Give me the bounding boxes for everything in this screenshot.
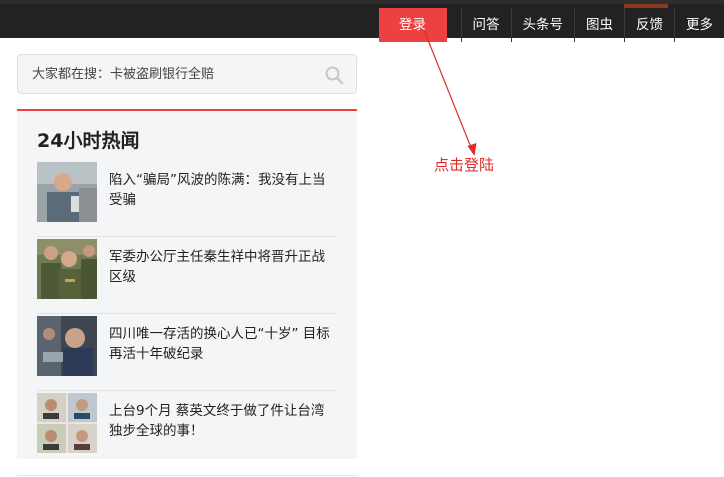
search-input[interactable] [18,55,318,93]
news-title[interactable]: 四川唯一存活的换心人已“十岁” 目标再活十年破纪录 [109,324,337,364]
news-title[interactable]: 军委办公厅主任秦生祥中将晋升正战区级 [109,247,337,287]
top-nav: 登录 问答 头条号 图虫 反馈 更多 [378,8,724,42]
search-box [17,54,357,94]
news-item[interactable]: 上台9个月 蔡英文终于做了件让台湾独步全球的事！ [37,391,337,459]
hot-news-panel: 24小时热闻 陷入“骗局”风波的陈满：我没有上当受骗 军委办公厅主任秦生祥中将晋… [17,109,357,459]
news-thumbnail[interactable] [37,239,97,299]
news-item[interactable]: 陷入“骗局”风波的陈满：我没有上当受骗 [37,160,337,237]
news-title[interactable]: 陷入“骗局”风波的陈满：我没有上当受骗 [109,170,337,210]
nav-item-tuchong[interactable]: 图虫 [574,8,624,42]
news-thumbnail[interactable] [37,316,97,376]
nav-item-qa[interactable]: 问答 [460,8,511,42]
news-thumbnail[interactable] [37,393,97,453]
divider [17,475,357,476]
news-list: 陷入“骗局”风波的陈满：我没有上当受骗 军委办公厅主任秦生祥中将晋升正战区级 四… [37,160,337,459]
nav-item-more[interactable]: 更多 [674,8,724,42]
news-item[interactable]: 军委办公厅主任秦生祥中将晋升正战区级 [37,237,337,314]
login-button[interactable]: 登录 [378,8,447,42]
nav-item-feedback[interactable]: 反馈 [624,8,674,42]
news-item[interactable]: 四川唯一存活的换心人已“十岁” 目标再活十年破纪录 [37,314,337,391]
nav-item-toutiaohao[interactable]: 头条号 [510,8,575,42]
news-thumbnail[interactable] [37,162,97,222]
annotation-label: 点击登陆 [434,156,495,174]
top-bar: 登录 问答 头条号 图虫 反馈 更多 [0,0,724,42]
panel-title: 24小时热闻 [37,130,140,152]
search-icon[interactable] [324,65,344,85]
news-title[interactable]: 上台9个月 蔡英文终于做了件让台湾独步全球的事！ [109,401,337,441]
